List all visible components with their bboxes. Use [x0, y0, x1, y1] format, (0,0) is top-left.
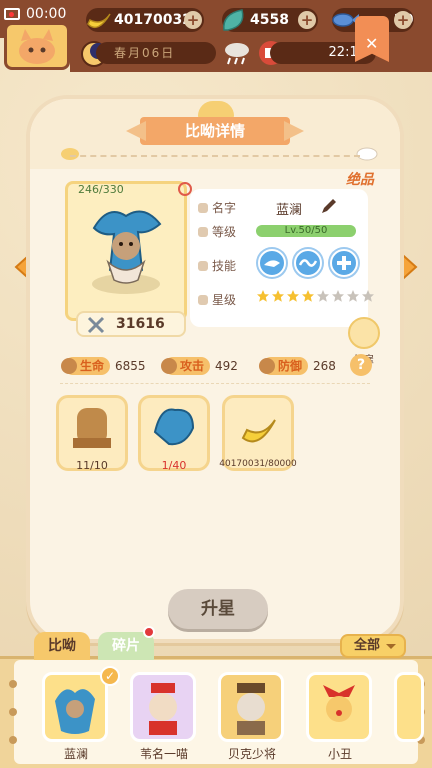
stat-defense: 防御 268 — [259, 357, 336, 375]
name-row: 名字 — [198, 199, 236, 216]
level-label: 等级 — [212, 225, 237, 239]
panel-title: 比呦详情 — [140, 117, 290, 145]
add-fish-button[interactable]: + — [394, 11, 412, 29]
level-row: 等级 — [198, 223, 236, 240]
character-name: 蓝澜 — [276, 203, 303, 218]
close-icon: ✕ — [365, 34, 379, 53]
roster-name-lanlan: 蓝澜 — [63, 747, 88, 761]
attack-stat-icon — [161, 358, 177, 374]
rarity-badge: 绝品 — [346, 172, 374, 188]
general-cat-portrait-icon — [237, 683, 265, 735]
star-empty-icon — [362, 290, 374, 302]
material-count-statue: 11/10 — [76, 459, 108, 472]
statue-icon — [73, 408, 111, 448]
star-filled-icon — [272, 290, 284, 302]
star-empty-icon — [347, 290, 359, 302]
cloud-left-icon — [61, 148, 79, 160]
roster-card-clown[interactable] — [306, 672, 372, 742]
roster-name-weiming: 苇名一喵 — [139, 747, 188, 761]
add-leaf-button[interactable]: + — [298, 11, 316, 29]
character-info-card: 名字 蓝澜 等级 Lv.50/50 技能 星级 — [190, 189, 374, 327]
shark-skill-icon — [264, 260, 280, 267]
combat-power: 31616 — [76, 311, 186, 337]
star-rating — [256, 289, 375, 303]
star-empty-icon — [317, 290, 329, 302]
roster-name-baker: 贝克少将 — [227, 747, 276, 761]
character-shard-icon — [153, 408, 195, 446]
star-filled-icon — [287, 290, 299, 302]
header-divider — [70, 155, 360, 157]
stats-divider — [60, 383, 370, 384]
roster-card-partial[interactable] — [394, 672, 424, 742]
character-illustration-icon — [92, 210, 162, 294]
record-icon — [4, 8, 20, 20]
combat-power-value: 31616 — [116, 316, 165, 332]
dismiss-icon — [348, 317, 380, 349]
filter-dropdown[interactable]: 全部 — [340, 634, 406, 658]
cat-avatar-icon — [19, 29, 55, 64]
star-empty-icon — [332, 290, 344, 302]
selected-check-icon: ✓ — [100, 666, 120, 686]
star-label: 星级 — [212, 293, 237, 307]
stat-defense-label: 防御 — [278, 359, 303, 373]
banana-icon — [87, 13, 111, 29]
banana-icon — [241, 419, 276, 443]
tab-characters[interactable]: 比呦 — [34, 632, 90, 660]
banana-resource: 40170032 + — [86, 8, 204, 32]
edit-name-pencil-icon[interactable] — [320, 197, 338, 215]
heal-plus-icon — [337, 256, 351, 270]
skill-slot-shark[interactable] — [258, 249, 286, 277]
star-filled-icon — [302, 290, 314, 302]
character-detail-panel: 比呦详情 246/330 31616 名字 蓝澜 等级 Lv.50/50 技能 … — [26, 95, 404, 643]
roster-card-weiming[interactable] — [130, 672, 196, 742]
clown-cat-portrait-icon — [323, 685, 355, 722]
upgrade-star-button[interactable]: 升星 — [168, 589, 268, 629]
stat-hp: 生命 6855 — [61, 357, 146, 375]
date-display: 春月06日 — [96, 42, 216, 64]
record-time: 00:00 — [26, 6, 67, 22]
roster-card-lanlan[interactable] — [42, 672, 108, 742]
defense-stat-icon — [259, 358, 275, 374]
roster-name-clown: 小丑 — [327, 747, 352, 761]
wave-skill-icon — [298, 259, 318, 267]
skill-slot-wave[interactable] — [294, 249, 322, 277]
cloud-right-icon — [356, 147, 378, 161]
binder-rings-left-icon — [9, 680, 17, 744]
weather-icon — [225, 43, 249, 65]
star-row: 星级 — [198, 291, 236, 308]
leaf-count: 4558 — [250, 12, 289, 28]
lanlan-portrait-icon — [55, 689, 95, 734]
stat-attack: 攻击 492 — [161, 357, 238, 375]
stat-hp-label: 生命 — [80, 359, 105, 373]
material-count-shard: 1/40 — [161, 459, 187, 472]
material-count-banana: 40170031/80000 — [219, 459, 297, 469]
name-label: 名字 — [212, 201, 237, 215]
roster-card-baker[interactable] — [218, 672, 284, 742]
stat-attack-value: 492 — [215, 359, 238, 373]
hp-value: 246/330 — [78, 183, 124, 196]
add-banana-button[interactable]: + — [184, 11, 202, 29]
level-bar: Lv.50/50 — [256, 225, 356, 237]
hp-stat-icon — [61, 358, 77, 374]
leaf-icon — [223, 9, 244, 31]
stat-defense-value: 268 — [313, 359, 336, 373]
character-portrait — [65, 181, 187, 321]
stats-help-button[interactable]: ? — [350, 354, 372, 376]
skill-slot-heal[interactable] — [330, 249, 358, 277]
star-filled-icon — [257, 290, 269, 302]
shards-notification-badge — [143, 626, 155, 638]
player-avatar[interactable] — [4, 22, 70, 70]
crossed-swords-icon — [87, 316, 105, 334]
samurai-cat-portrait-icon — [149, 683, 177, 735]
skill-label: 技能 — [212, 259, 237, 273]
stat-hp-value: 6855 — [115, 359, 146, 373]
skill-row: 技能 — [198, 257, 236, 274]
leaf-resource: 4558 + — [222, 8, 318, 32]
banana-count: 40170032 — [114, 12, 192, 28]
screen-record-indicator: 00:00 — [4, 4, 66, 24]
stat-attack-label: 攻击 — [180, 359, 205, 373]
